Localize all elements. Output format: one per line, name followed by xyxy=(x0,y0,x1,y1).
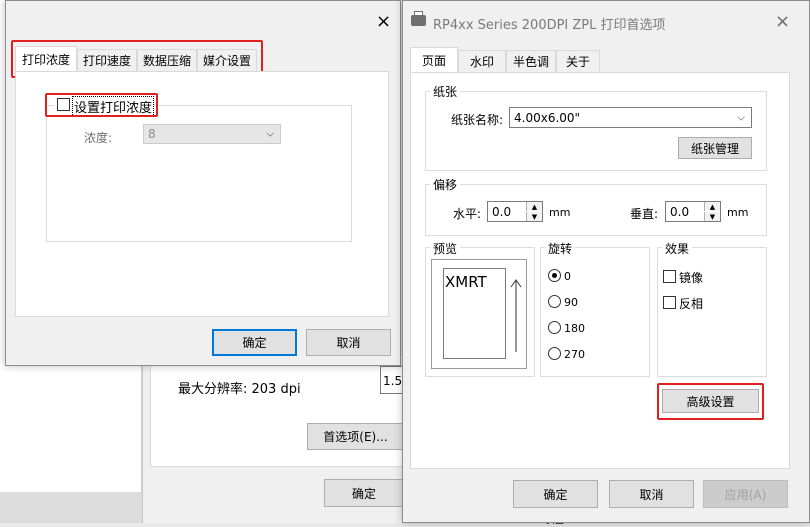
preferences-close-button[interactable]: × xyxy=(775,11,790,32)
rotation-180-label: 180 xyxy=(564,322,585,335)
tab-label: 半色调 xyxy=(512,55,549,69)
paper-name-label: 纸张名称: xyxy=(451,113,504,127)
spin-down-icon[interactable]: ▼ xyxy=(526,212,542,221)
arrow-up-icon xyxy=(510,279,522,352)
paper-group-box xyxy=(425,91,767,171)
preferences-apply-button[interactable]: 应用(A) xyxy=(703,480,788,508)
tab-halftone[interactable]: 半色调 xyxy=(506,50,556,72)
horizontal-offset-unit: mm xyxy=(549,206,571,219)
tab-watermark[interactable]: 水印 xyxy=(458,50,506,72)
horizontal-offset-input[interactable]: 0.0 ▲ ▼ xyxy=(487,201,543,222)
vertical-offset-input[interactable]: 0.0 ▲ ▼ xyxy=(665,201,721,222)
rotation-270-radio[interactable] xyxy=(548,347,561,360)
vertical-offset-value: 0.0 xyxy=(670,205,690,219)
background-partial-value: 1.50 xyxy=(383,374,404,388)
tab-label: 水印 xyxy=(469,55,494,69)
invert-checkbox[interactable] xyxy=(663,296,676,309)
mirror-label: 镜像 xyxy=(679,271,704,285)
paper-name-value: 4.00x6.00" xyxy=(514,110,581,125)
invert-label: 反相 xyxy=(679,297,704,311)
vertical-offset-unit: mm xyxy=(727,206,749,219)
printing-preferences-dialog: RP4xx Series 200DPI ZPL 打印首选项 × 页面 水印 半色… xyxy=(402,0,810,523)
set-density-highlight-box xyxy=(45,93,158,117)
background-ok-button[interactable]: 确定 xyxy=(324,479,404,507)
tab-label: 关于 xyxy=(565,55,590,69)
density-select[interactable]: 8 ⌵ xyxy=(143,124,281,144)
printer-icon-paper xyxy=(414,11,423,16)
preferences-button[interactable]: 首选项(E)... xyxy=(307,423,404,450)
chevron-down-icon: ⌵ xyxy=(737,112,745,123)
vertical-offset-label: 垂直: xyxy=(630,207,659,221)
effects-group-box xyxy=(657,247,767,377)
tab-page[interactable]: 页面 xyxy=(410,47,458,72)
background-properties-panel xyxy=(150,355,404,467)
spin-up-icon[interactable]: ▲ xyxy=(526,202,542,211)
spin-up-icon[interactable]: ▲ xyxy=(704,202,720,211)
tab-about[interactable]: 关于 xyxy=(556,50,600,72)
paper-manage-button[interactable]: 纸张管理 xyxy=(678,137,752,159)
density-select-value: 8 xyxy=(148,127,156,141)
density-dialog-close-button[interactable]: × xyxy=(376,11,391,32)
preferences-ok-button[interactable]: 确定 xyxy=(513,480,598,508)
chevron-down-icon: ⌵ xyxy=(266,128,274,140)
advanced-settings-highlight-box xyxy=(657,383,764,420)
density-ok-button[interactable]: 确定 xyxy=(212,329,297,356)
effects-group-title: 效果 xyxy=(662,240,693,257)
preferences-cancel-button[interactable]: 取消 xyxy=(609,480,694,508)
rotation-90-label: 90 xyxy=(564,296,578,309)
mirror-checkbox[interactable] xyxy=(663,270,676,283)
paper-name-select[interactable]: 4.00x6.00" ⌵ xyxy=(509,107,752,128)
max-resolution-text: 最大分辨率: 203 dpi xyxy=(178,382,301,397)
density-label: 浓度: xyxy=(84,131,113,145)
printer-icon xyxy=(411,15,426,26)
rotation-90-radio[interactable] xyxy=(548,295,561,308)
rotation-0-radio[interactable] xyxy=(548,269,561,282)
paper-group-title: 纸张 xyxy=(430,83,461,100)
spin-down-icon[interactable]: ▼ xyxy=(704,212,720,221)
density-dialog: × 打印浓度 打印速度 数据压缩 媒介设置 设置打印浓度 浓度: 8 ⌵ 确定 … xyxy=(5,0,401,366)
rotation-group-title: 旋转 xyxy=(545,240,576,257)
rotation-180-radio[interactable] xyxy=(548,321,561,334)
horizontal-offset-value: 0.0 xyxy=(492,205,512,219)
dialog-title: RP4xx Series 200DPI ZPL 打印首选项 xyxy=(433,18,666,33)
preview-sample-text: XMRT xyxy=(445,273,487,291)
offset-group-title: 偏移 xyxy=(430,176,461,193)
rotation-270-label: 270 xyxy=(564,348,585,361)
rotation-0-label: 0 xyxy=(564,270,571,283)
horizontal-offset-label: 水平: xyxy=(453,207,482,221)
preview-group-title: 预览 xyxy=(430,240,461,257)
tab-label: 页面 xyxy=(421,53,446,68)
density-cancel-button[interactable]: 取消 xyxy=(306,329,391,356)
